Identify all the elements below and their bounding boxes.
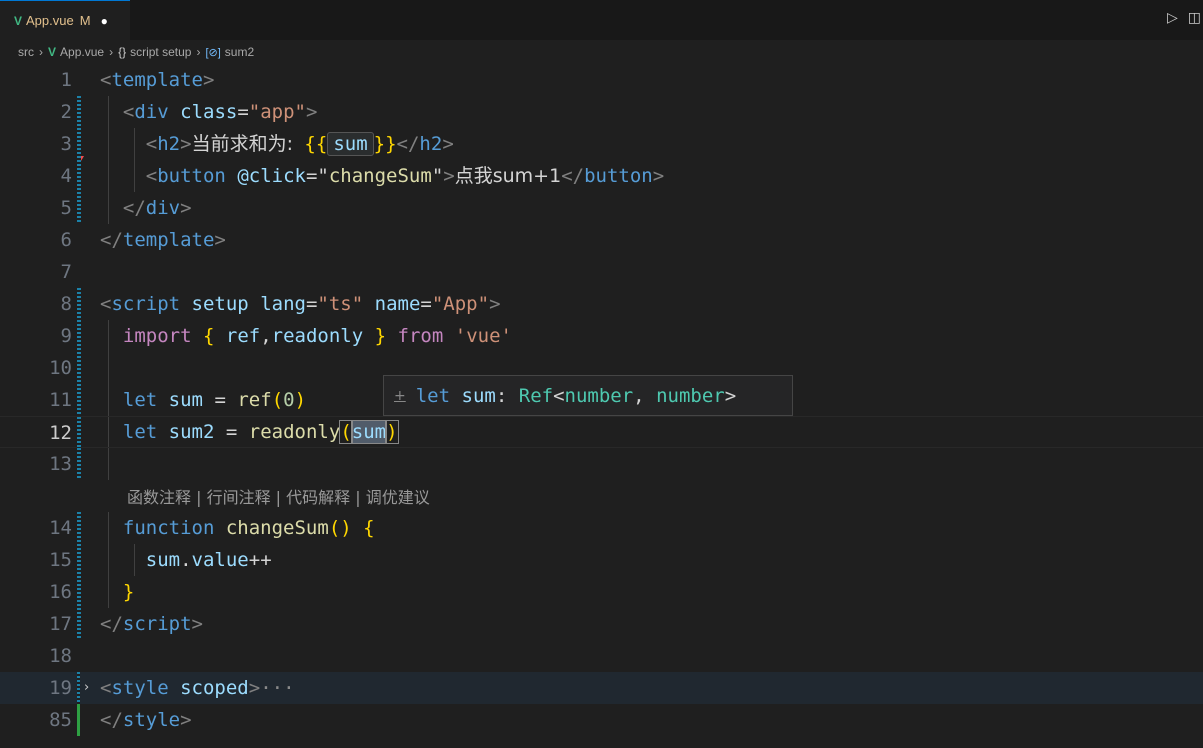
line-number: 13: [49, 453, 72, 475]
line-number: 5: [60, 197, 72, 219]
line-number: 1: [60, 69, 72, 91]
line-number: 3: [60, 133, 72, 155]
code-line[interactable]: 9 import { ref,readonly } from 'vue': [0, 320, 1203, 352]
code-line[interactable]: 16 }: [0, 576, 1203, 608]
line-number: 85: [49, 709, 72, 731]
code-line[interactable]: 85 </style>: [0, 704, 1203, 736]
code-line[interactable]: 15 sum.value++: [0, 544, 1203, 576]
code-line-folded[interactable]: 19 › <style scoped>···: [0, 672, 1203, 704]
unsaved-dot-icon[interactable]: ●: [101, 14, 108, 28]
vue-logo-icon: V: [14, 13, 23, 28]
line-number: 10: [49, 357, 72, 379]
code-line[interactable]: 13: [0, 448, 1203, 480]
code-line[interactable]: 14 function changeSum() {: [0, 512, 1203, 544]
hover-type-text: let sum: Ref<number, number>: [415, 384, 737, 407]
line-number: 16: [49, 581, 72, 603]
line-number: 12: [49, 422, 72, 444]
run-icon[interactable]: ▷: [1167, 10, 1178, 26]
codelens-actions[interactable]: 函数注释 | 行间注释 | 代码解释 | 调优建议: [127, 482, 430, 514]
split-editor-icon[interactable]: ◫: [1188, 10, 1201, 26]
line-number: 4: [60, 165, 72, 187]
breadcrumb-symbol[interactable]: sum2: [225, 45, 254, 59]
code-line[interactable]: 7: [0, 256, 1203, 288]
breadcrumb-file[interactable]: App.vue: [60, 45, 104, 59]
chevron-right-icon: ›: [196, 45, 201, 59]
code-line-current[interactable]: 12 let sum2 = readonly(sum): [0, 416, 1203, 449]
line-number: 6: [60, 229, 72, 251]
line-number: 17: [49, 613, 72, 635]
line-number: 15: [49, 549, 72, 571]
tab-app-vue[interactable]: V App.vue M ●: [0, 0, 130, 40]
tab-modified-badge: M: [79, 13, 91, 28]
expand-plus-icon[interactable]: +: [394, 388, 406, 404]
folded-ellipsis-icon[interactable]: ···: [260, 677, 294, 699]
line-number: 14: [49, 517, 72, 539]
code-line[interactable]: 6 </template>: [0, 224, 1203, 256]
line-number: 8: [60, 293, 72, 315]
fold-chevron-icon[interactable]: ›: [84, 672, 89, 704]
tab-bar: V App.vue M ● ▷ ◫: [0, 0, 1203, 40]
breadcrumb-scope[interactable]: script setup: [130, 45, 191, 59]
code-line[interactable]: 5 </div>: [0, 192, 1203, 224]
hover-tooltip: + let sum: Ref<number, number>: [383, 375, 793, 416]
chevron-right-icon: ›: [39, 45, 43, 59]
line-number: 11: [49, 389, 72, 411]
braces-icon: {}: [118, 45, 127, 59]
breadcrumb: src › V App.vue › {} script setup › [⊘] …: [0, 40, 1203, 64]
code-line[interactable]: 2 <div class="app">: [0, 96, 1203, 128]
line-number: 9: [60, 325, 72, 347]
code-line[interactable]: 4 <button @click="changeSum">点我sum+1</bu…: [0, 160, 1203, 192]
code-editor[interactable]: 1 <template> 2 <div class="app"> 3 <h2>当…: [0, 64, 1203, 748]
code-line[interactable]: 3 <h2>当前求和为: {{sum}}</h2>: [0, 128, 1203, 160]
line-number: 19: [49, 677, 72, 699]
breadcrumb-folder[interactable]: src: [18, 45, 34, 59]
code-line[interactable]: 8 <script setup lang="ts" name="App">: [0, 288, 1203, 320]
code-line[interactable]: 18: [0, 640, 1203, 672]
chevron-right-icon: ›: [109, 45, 114, 59]
line-number: 7: [60, 261, 72, 283]
code-line[interactable]: 17 </script>: [0, 608, 1203, 640]
tab-filename: App.vue: [26, 13, 74, 28]
line-number: 18: [49, 645, 72, 667]
vue-logo-icon: V: [48, 45, 57, 59]
variable-icon: [⊘]: [205, 46, 221, 59]
code-line[interactable]: 1 <template>: [0, 64, 1203, 96]
line-number: 2: [60, 101, 72, 123]
